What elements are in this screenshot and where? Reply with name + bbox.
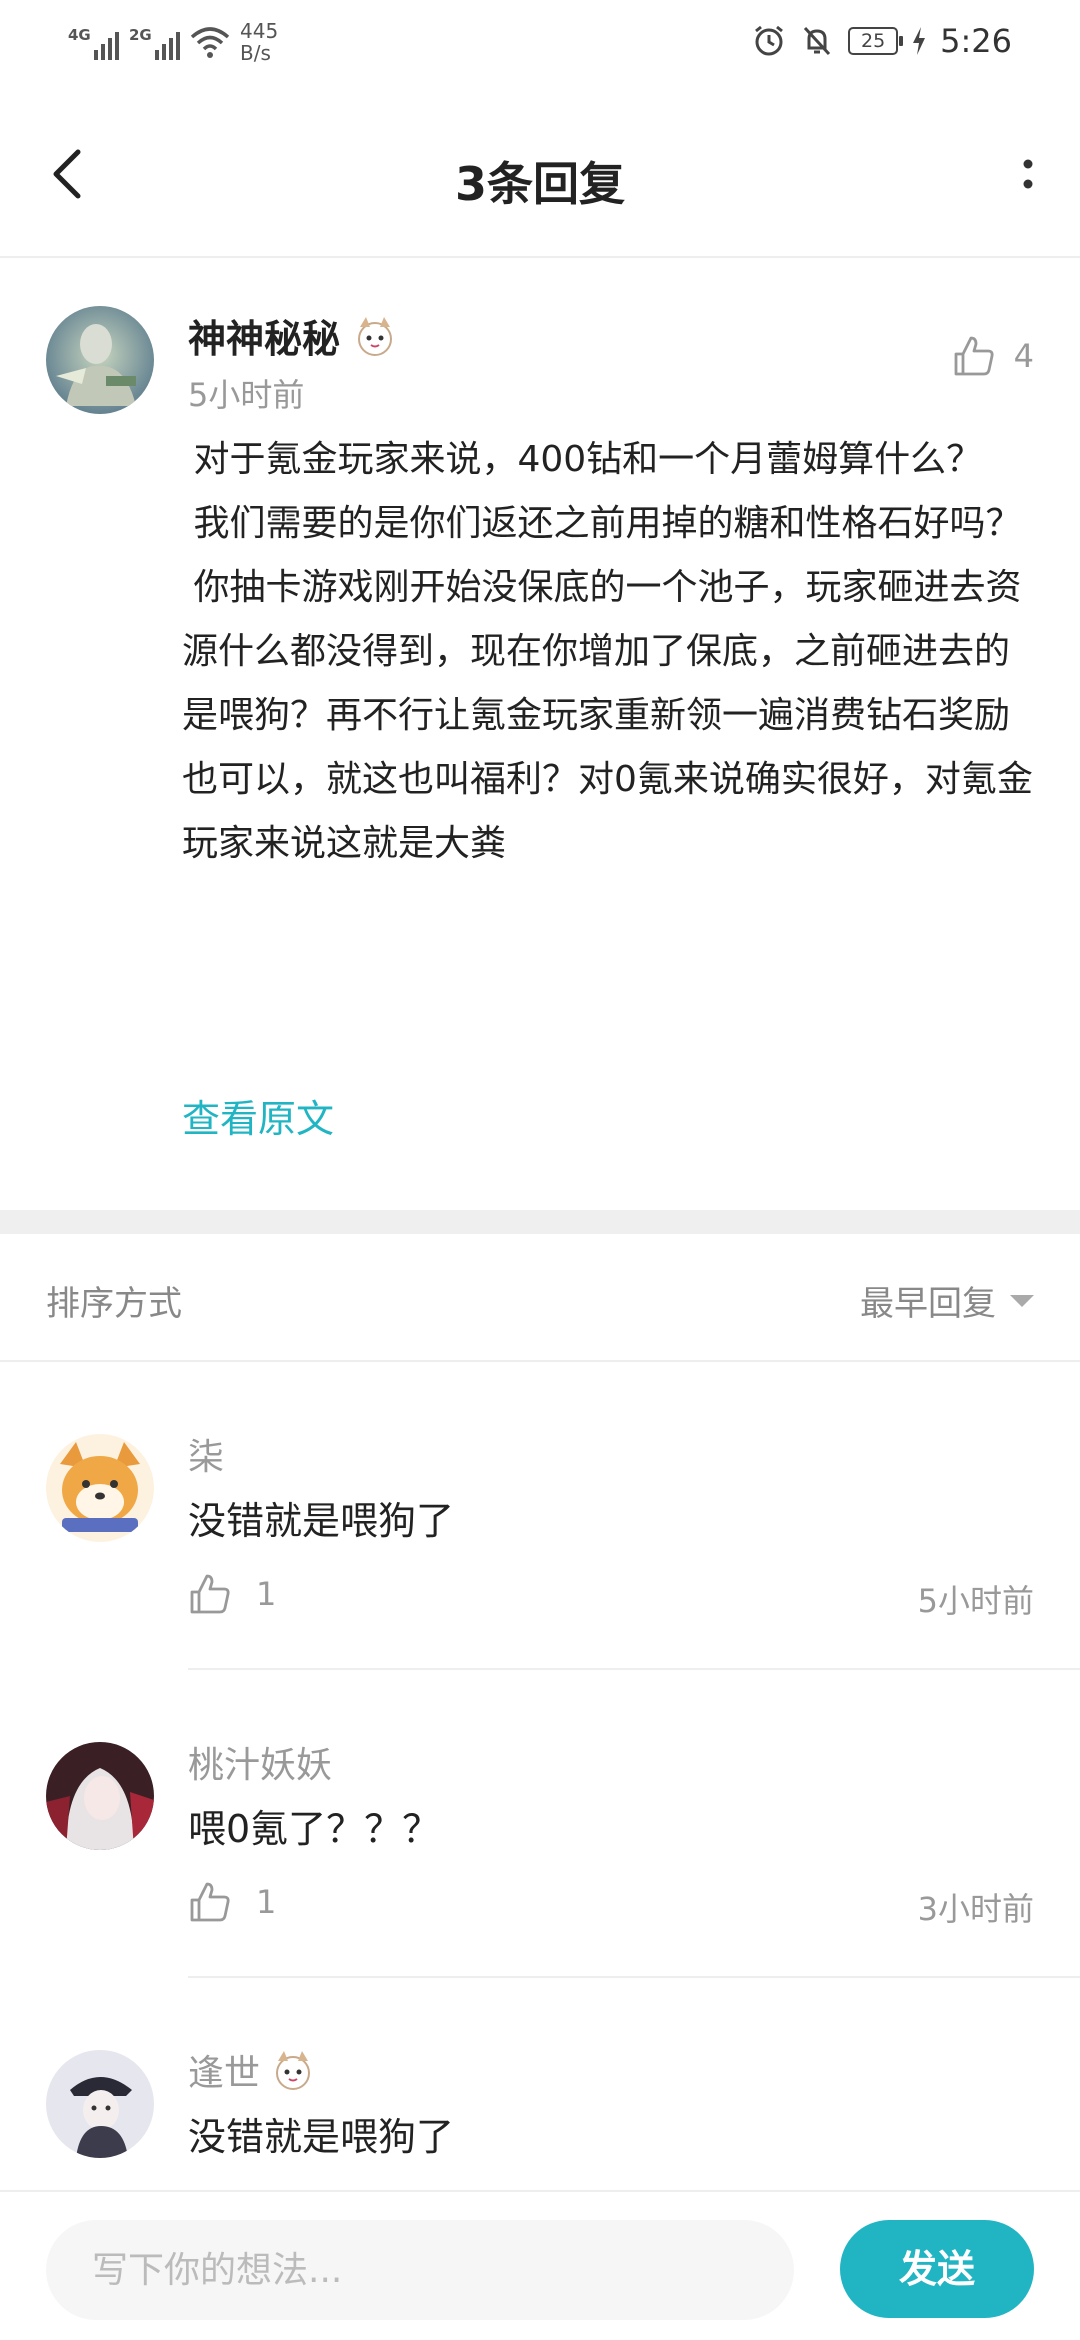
battery-indicator: 25	[848, 27, 904, 55]
reply-author[interactable]: 逢世	[188, 2044, 260, 2096]
reply-like-button[interactable]: 1	[188, 1880, 276, 1924]
reply-time: 5小时前	[917, 1582, 1034, 1620]
mute-bell-icon	[804, 26, 831, 56]
reply-text: 没错就是喂狗了	[188, 1499, 455, 1543]
section-divider	[0, 1210, 1080, 1234]
network-speed: 445 B/s	[240, 19, 279, 65]
cellular-signal-icon: 4G	[68, 24, 119, 60]
thumbs-up-icon	[954, 336, 994, 376]
comment-time: 5小时前	[188, 376, 305, 414]
reply-text: 没错就是喂狗了	[188, 2115, 455, 2159]
like-button[interactable]: 4	[952, 334, 1034, 378]
author-name[interactable]: 神神秘秘	[188, 308, 340, 363]
avatar[interactable]	[46, 306, 154, 414]
sort-dropdown[interactable]: 最早回复	[860, 1276, 1034, 1325]
comment-input-bar: 发送	[0, 2190, 1080, 2340]
reply-time: 3小时前	[917, 1890, 1034, 1928]
avatar[interactable]	[46, 1434, 154, 1542]
alarm-icon	[755, 25, 784, 56]
avatar[interactable]	[46, 1742, 154, 1850]
mascot-badge-icon	[358, 316, 393, 356]
caret-down-icon	[1010, 1294, 1034, 1307]
cellular-signal-2-icon: 2G	[129, 24, 180, 60]
thumbs-up-icon	[190, 1574, 230, 1614]
reply-item: 桃汁妖妖 喂0氪了？？？ 1 3小时前	[0, 1670, 1080, 1978]
charging-icon	[913, 27, 926, 55]
page-title: 3条回复	[454, 157, 625, 211]
comment-input[interactable]	[46, 2220, 794, 2320]
header: 3条回复	[0, 90, 1080, 258]
reply-item: 柒 没错就是喂狗了 1 5小时前	[0, 1362, 1080, 1670]
clock: 5:26	[940, 22, 1012, 60]
thumbs-up-icon	[190, 1882, 230, 1922]
comment-body: 对于氪金玩家来说，400钻和一个月蕾姆算什么？ 我们需要的是你们返还之前用掉的糖…	[182, 439, 1033, 864]
network-type-2: 2G	[129, 26, 152, 44]
reply-like-count: 1	[256, 1883, 277, 1921]
network-type-1: 4G	[68, 26, 91, 44]
reply-author[interactable]: 柒	[188, 1428, 224, 1480]
main-comment: 神神秘秘 5小时前 4 对于氪金玩家来说，400钻和一个月蕾姆算什么？ 我们需要…	[0, 258, 1080, 1210]
mascot-badge-icon	[276, 2051, 311, 2090]
view-original-link[interactable]: 查看原文	[182, 1088, 334, 1143]
more-vertical-icon[interactable]	[1016, 142, 1040, 206]
reply-like-button[interactable]: 1	[188, 1572, 276, 1616]
send-button[interactable]: 发送	[840, 2220, 1034, 2318]
reply-like-count: 1	[256, 1575, 277, 1613]
status-bar: 4G 2G 445 B/s 25 5:26	[0, 0, 1080, 90]
sort-selected: 最早回复	[860, 1284, 996, 1324]
reply-author[interactable]: 桃汁妖妖	[188, 1736, 332, 1788]
sort-row: 排序方式 最早回复	[0, 1234, 1080, 1362]
reply-item: 逢世 没错就是喂狗了	[0, 1978, 1080, 2190]
avatar[interactable]	[46, 2050, 154, 2158]
reply-text: 喂0氪了？？？	[188, 1807, 441, 1851]
like-count: 4	[1013, 337, 1034, 375]
wifi-icon	[190, 27, 230, 58]
sort-label: 排序方式	[46, 1284, 182, 1324]
